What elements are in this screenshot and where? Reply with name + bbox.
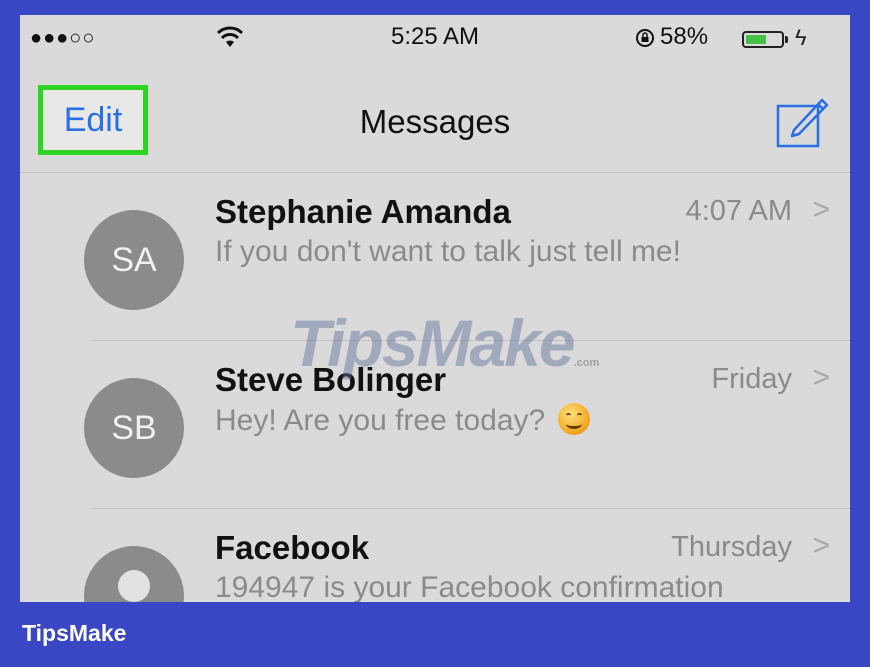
message-preview: 194947 is your Facebook confirmation [215,571,724,602]
frame-background: ●●●○○ 5:25 AM 58% ϟ Edit Messages SA Ste… [0,0,870,667]
smiley-emoji-icon [557,403,590,435]
message-preview: Hey! Are you free today? [215,403,590,438]
navigation-bar: Edit Messages [20,67,850,173]
message-preview: If you don't want to talk just tell me! [215,235,681,268]
page-title: Messages [359,103,511,140]
battery-percent: 58% [660,23,709,50]
avatar: SA [84,210,184,310]
message-time: Thursday [671,531,792,563]
message-time: 4:07 AM [685,195,792,227]
rotation-lock-icon [636,29,654,47]
phone-screen: ●●●○○ 5:25 AM 58% ϟ Edit Messages SA Ste… [20,15,850,602]
lightning-icon: ϟ [795,25,807,50]
message-preview-text: Hey! Are you free today? [215,404,546,437]
battery-tip [785,36,788,43]
watermark: TipsMake.com [290,305,599,381]
contact-name: Stephanie Amanda [215,193,511,230]
status-time: 5:25 AM [390,23,480,50]
watermark-text: TipsMake [290,306,576,380]
battery-icon [742,31,784,48]
chevron-right-icon: > [812,193,830,226]
watermark-suffix: .com [573,357,600,369]
conversation-row[interactable]: Facebook Thursday > 194947 is your Faceb… [20,509,850,602]
avatar: SB [84,378,184,478]
avatar [84,546,184,602]
footer-brand: TipsMake [22,620,127,646]
chevron-right-icon: > [812,529,830,562]
person-silhouette-icon [118,570,150,602]
battery-fill [746,35,766,44]
contact-name: Facebook [215,529,370,566]
status-bar: ●●●○○ 5:25 AM 58% ϟ [20,15,850,67]
compose-icon[interactable] [772,92,832,152]
message-time: Friday [711,363,792,395]
chevron-right-icon: > [812,361,830,394]
